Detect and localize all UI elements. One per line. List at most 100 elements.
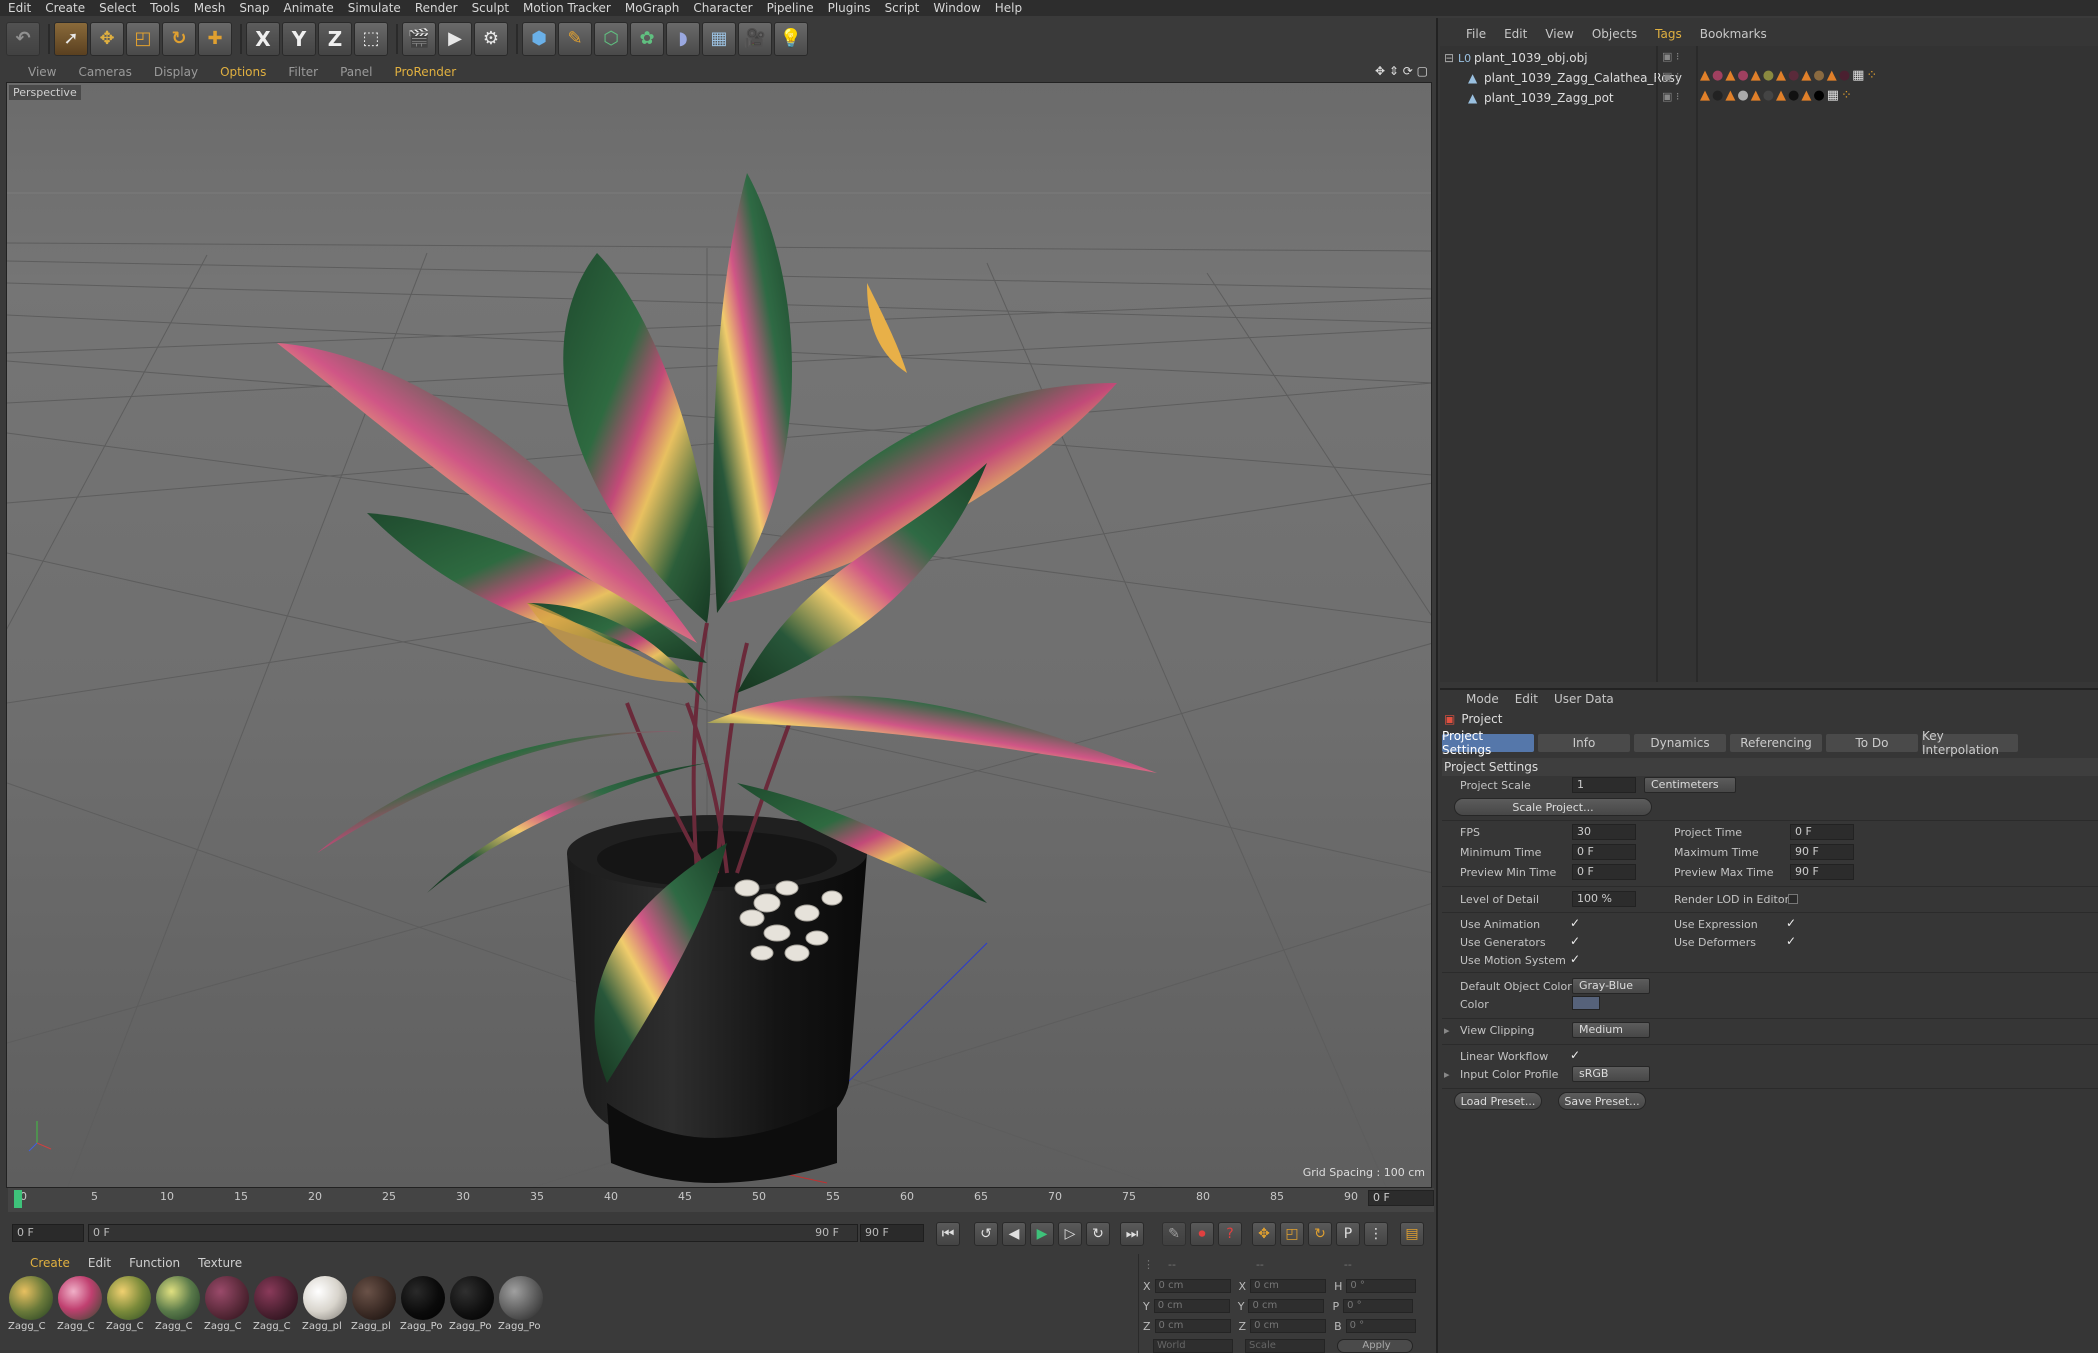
mograph-cloner-button[interactable]: ✿ [630,22,664,56]
viewport-menu-view[interactable]: View [28,65,78,79]
visibility-toggle[interactable]: ▣ ⁝ [1662,90,1679,103]
key-position-button[interactable]: ✥ [1252,1222,1276,1246]
key-parameter-button[interactable]: P [1336,1222,1360,1246]
scale-tool-button[interactable]: ◰ [126,22,160,56]
use-motion-system-checkbox[interactable]: ✓ [1570,952,1580,966]
material-item[interactable]: Zagg_C [106,1276,152,1336]
key-rotation-button[interactable]: ↻ [1308,1222,1332,1246]
material-item[interactable]: Zagg_Po [498,1276,544,1336]
position-x-field[interactable]: 0 cm [1154,1279,1231,1293]
menu-motion-tracker[interactable]: Motion Tracker [519,0,621,16]
menu-create[interactable]: Create [41,0,95,16]
last-tool-button[interactable]: ✚ [198,22,232,56]
next-frame-button[interactable]: ▷ [1058,1222,1082,1246]
deformer-button[interactable]: ◗ [666,22,700,56]
menu-character[interactable]: Character [689,0,762,16]
attribute-menu-edit[interactable]: Edit [1515,692,1554,706]
next-key-button[interactable]: ↻ [1086,1222,1110,1246]
go-to-end-button[interactable]: ⏭ [1120,1222,1144,1246]
use-generators-checkbox[interactable]: ✓ [1570,934,1580,948]
viewport-menu-options[interactable]: Options [220,65,288,79]
material-item[interactable]: Zagg_C [253,1276,299,1336]
camera-button[interactable]: 🎥 [738,22,772,56]
axis-x-button[interactable]: X [246,22,280,56]
coordinate-mode-dropdown[interactable]: World [1153,1339,1233,1353]
save-preset-button[interactable]: Save Preset... [1558,1092,1646,1110]
viewport-nav-icons[interactable]: ✥ ⇕ ⟳ ▢ [1375,64,1428,78]
axis-z-button[interactable]: Z [318,22,352,56]
tab-dynamics[interactable]: Dynamics [1634,734,1726,752]
material-menu-edit[interactable]: Edit [88,1256,129,1270]
preview-min-time-field[interactable]: 0 F [1572,864,1636,880]
position-y-field[interactable]: 0 cm [1153,1299,1230,1313]
current-frame-field[interactable]: 0 F [1368,1190,1434,1206]
tab-referencing[interactable]: Referencing [1730,734,1822,752]
key-scale-button[interactable]: ◰ [1280,1222,1304,1246]
expand-arrow-icon[interactable]: ▸ [1444,1024,1450,1037]
menu-help[interactable]: Help [991,0,1032,16]
project-scale-unit-dropdown[interactable]: Centimeters [1644,777,1736,793]
menu-edit[interactable]: Edit [4,0,41,16]
record-keys-button[interactable]: ✎ [1162,1222,1186,1246]
object-menu-bookmarks[interactable]: Bookmarks [1700,27,1785,41]
material-item[interactable]: Zagg_C [8,1276,54,1336]
object-menu-tags[interactable]: Tags [1655,27,1700,41]
render-lod-checkbox[interactable] [1788,894,1798,904]
preview-max-time-field[interactable]: 90 F [1790,864,1854,880]
playhead[interactable] [14,1190,22,1208]
go-to-start-button[interactable]: ⏮ [936,1222,960,1246]
viewport-perspective[interactable]: Perspective Grid Spacing : 100 cm [6,82,1432,1188]
menu-window[interactable]: Window [929,0,990,16]
color-swatch[interactable] [1572,996,1600,1010]
pen-spline-button[interactable]: ✎ [558,22,592,56]
axis-y-button[interactable]: Y [282,22,316,56]
material-item[interactable]: Zagg_Po [449,1276,495,1336]
menu-simulate[interactable]: Simulate [344,0,411,16]
material-menu-texture[interactable]: Texture [198,1256,260,1270]
material-item[interactable]: Zagg_C [204,1276,250,1336]
subdivision-button[interactable]: ⬡ [594,22,628,56]
menu-plugins[interactable]: Plugins [824,0,881,16]
size-z-field[interactable]: 0 cm [1250,1319,1327,1333]
viewport-menu-display[interactable]: Display [154,65,220,79]
viewport-menu-filter[interactable]: Filter [288,65,340,79]
menu-sculpt[interactable]: Sculpt [468,0,519,16]
object-menu-view[interactable]: View [1545,27,1591,41]
tab-info[interactable]: Info [1538,734,1630,752]
material-item[interactable]: Zagg_Po [400,1276,446,1336]
viewport-menu-prorender[interactable]: ProRender [394,65,478,79]
material-item[interactable]: Zagg_C [57,1276,103,1336]
default-object-color-dropdown[interactable]: Gray-Blue [1572,978,1650,994]
menu-animate[interactable]: Animate [280,0,344,16]
menu-tools[interactable]: Tools [146,0,190,16]
render-picture-viewer-button[interactable]: ▶ [438,22,472,56]
start-frame-field[interactable]: 0 F [12,1224,84,1242]
attribute-menu-mode[interactable]: Mode [1466,692,1515,706]
render-view-button[interactable]: 🎬 [402,22,436,56]
range-slider[interactable]: 0 F 90 F [88,1224,858,1242]
position-z-field[interactable]: 0 cm [1154,1319,1231,1333]
visibility-toggle[interactable]: ▣ ⁝ [1662,50,1679,63]
size-x-field[interactable]: 0 cm [1250,1279,1327,1293]
object-menu-objects[interactable]: Objects [1592,27,1655,41]
tag-row[interactable]: ▲●▲●▲●▲●▲●▦⁘ [1700,88,1854,103]
key-pla-button[interactable]: ⋮ [1364,1222,1388,1246]
viewport-menu-cameras[interactable]: Cameras [78,65,153,79]
move-tool-button[interactable]: ✥ [90,22,124,56]
render-settings-button[interactable]: ⚙ [474,22,508,56]
view-clipping-dropdown[interactable]: Medium [1572,1022,1650,1038]
timeline-layout-button[interactable]: ▤ [1400,1222,1424,1246]
use-deformers-checkbox[interactable]: ✓ [1786,934,1796,948]
floor-button[interactable]: ▦ [702,22,736,56]
menu-snap[interactable]: Snap [235,0,279,16]
cube-button[interactable]: ⬢ [522,22,556,56]
object-menu-edit[interactable]: Edit [1504,27,1545,41]
linear-workflow-checkbox[interactable]: ✓ [1570,1048,1580,1062]
coordinate-system-button[interactable]: ⬚ [354,22,388,56]
menu-mesh[interactable]: Mesh [190,0,236,16]
menu-select[interactable]: Select [95,0,146,16]
rotation-h-field[interactable]: 0 ° [1346,1279,1417,1293]
use-animation-checkbox[interactable]: ✓ [1570,916,1580,930]
material-menu-function[interactable]: Function [129,1256,198,1270]
scale-project-button[interactable]: Scale Project... [1454,798,1652,816]
